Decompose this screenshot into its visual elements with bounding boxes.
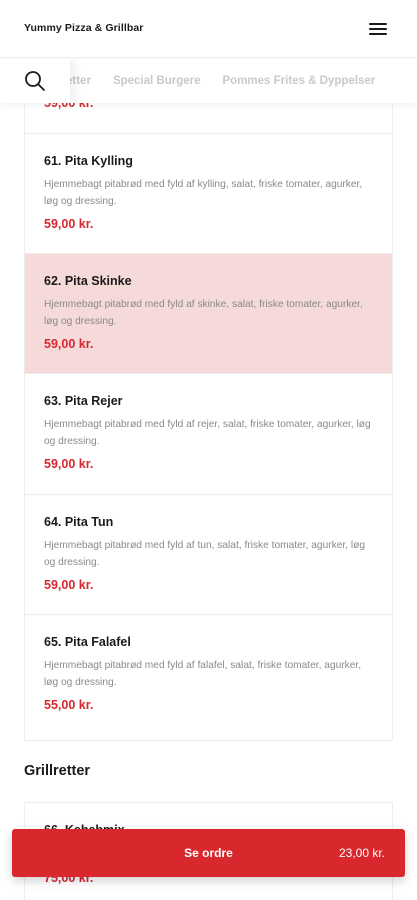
search-button[interactable]	[0, 59, 70, 103]
item-description: Hjemmebagt pitabrød med fyld af rejer, s…	[44, 419, 371, 447]
item-name: 65. Pita Falafel	[44, 635, 131, 649]
item-description: Hjemmebagt pitabrød med fyld af tun, sal…	[44, 540, 366, 568]
item-description: Hjemmebagt pitabrød med fyld af kylling,…	[44, 179, 363, 207]
order-total: 23,00 kr.	[338, 846, 385, 860]
item-price: 59,00 kr.	[44, 217, 94, 231]
item-price: 59,00 kr.	[44, 457, 94, 471]
item-name: 62. Pita Skinke	[44, 274, 132, 288]
app-title: Yummy Pizza & Grillbar	[24, 22, 144, 34]
category-tabs: etter Special Burgere Pommes Frites & Dy…	[56, 59, 397, 103]
tab-special-burgere[interactable]: Special Burgere	[113, 75, 201, 87]
list-item[interactable]: 64. Pita Tun Hjemmebagt pitabrød med fyl…	[25, 494, 392, 614]
item-price: 59,00 kr.	[44, 578, 94, 592]
menu-card-pita: 59,00 kr. 61. Pita Kylling Hjemmebagt pi…	[24, 95, 393, 741]
item-name: 64. Pita Tun	[44, 515, 114, 529]
tab-pommes-frites-dyppelser[interactable]: Pommes Frites & Dyppelser	[223, 75, 376, 87]
hamburger-menu-icon[interactable]	[369, 21, 389, 37]
list-item-selected[interactable]: 62. Pita Skinke Hjemmebagt pitabrød med …	[25, 253, 392, 373]
app-header: Yummy Pizza & Grillbar	[0, 0, 417, 58]
category-nav: etter Special Burgere Pommes Frites & Dy…	[0, 59, 417, 103]
view-order-button[interactable]: Se ordre 23,00 kr.	[12, 829, 405, 877]
list-item[interactable]: 63. Pita Rejer Hjemmebagt pitabrød med f…	[25, 373, 392, 494]
item-description: Hjemmebagt pitabrød med fyld af falafel,…	[44, 660, 362, 688]
search-icon	[25, 71, 45, 91]
item-name: 63. Pita Rejer	[44, 394, 123, 408]
item-price: 55,00 kr.	[44, 698, 94, 712]
list-item[interactable]: 61. Pita Kylling Hjemmebagt pitabrød med…	[25, 133, 392, 253]
item-description: Hjemmebagt pitabrød med fyld af skinke, …	[44, 299, 363, 327]
item-price: 59,00 kr.	[44, 337, 94, 351]
section-title: Grillretter	[24, 763, 91, 779]
item-name: 61. Pita Kylling	[44, 154, 133, 168]
list-item[interactable]: 65. Pita Falafel Hjemmebagt pitabrød med…	[25, 614, 392, 741]
